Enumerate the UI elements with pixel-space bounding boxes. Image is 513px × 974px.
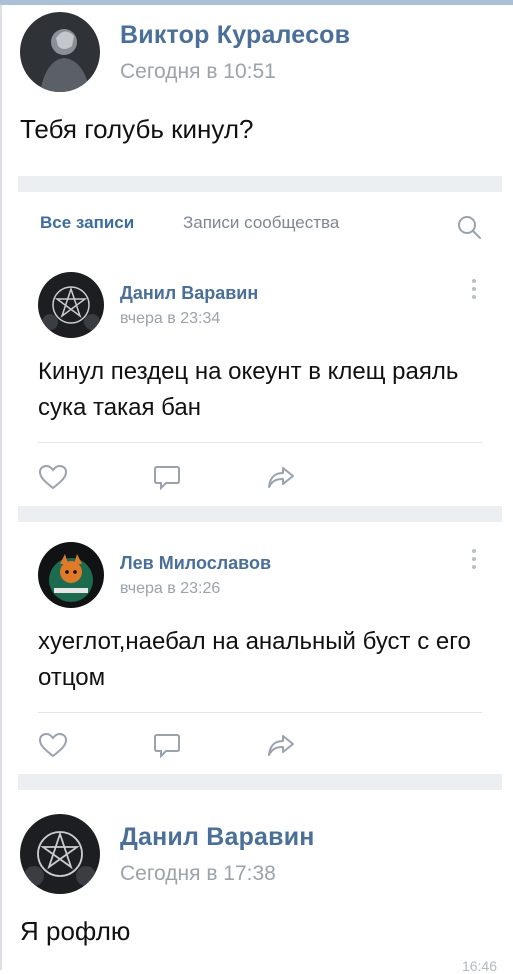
message-text: Тебя голубь кинул? — [20, 114, 254, 144]
search-icon[interactable] — [456, 214, 482, 240]
share-icon[interactable] — [266, 732, 296, 758]
comment-icon[interactable] — [152, 732, 182, 758]
message-header-bottom: Данил Варавин Сегодня в 17:38 — [20, 814, 315, 894]
more-options-icon[interactable] — [471, 278, 477, 300]
post-time: вчера в 23:34 — [120, 309, 221, 327]
author-name[interactable]: Данил Варавин — [120, 283, 258, 304]
message-time: Сегодня в 10:51 — [120, 59, 276, 83]
like-icon[interactable] — [38, 464, 68, 490]
post-card: Лев Милославов вчера в 23:26 хуеглот,нае… — [18, 522, 502, 774]
divider — [38, 442, 482, 443]
post-actions — [38, 732, 380, 758]
avatar[interactable] — [20, 12, 100, 92]
message-time: Сегодня в 17:38 — [120, 861, 276, 885]
post-time: вчера в 23:26 — [120, 579, 221, 597]
tab-community-posts[interactable]: Записи сообщества — [183, 213, 339, 233]
comment-icon[interactable] — [152, 464, 182, 490]
author-name[interactable]: Виктор Куралесов — [120, 21, 350, 50]
share-icon[interactable] — [266, 464, 296, 490]
top-strip — [0, 0, 513, 5]
tab-all-posts[interactable]: Все записи — [40, 213, 134, 233]
author-name[interactable]: Лев Милославов — [120, 553, 271, 574]
post-card: Данил Варавин вчера в 23:34 Кинул пездец… — [18, 252, 502, 506]
like-icon[interactable] — [38, 732, 68, 758]
avatar[interactable] — [20, 814, 100, 894]
screen-edge — [0, 0, 2, 970]
message-text: Я рофлю — [20, 916, 131, 946]
embedded-screenshot: Все записи Записи сообщества Данил Варав… — [18, 176, 502, 790]
divider — [38, 712, 482, 713]
post-text: Кинул пездец на океунт в клещ раяль сука… — [38, 358, 459, 421]
avatar[interactable] — [38, 542, 104, 608]
message-header-top: Виктор Куралесов Сегодня в 10:51 — [20, 12, 350, 92]
avatar[interactable] — [38, 272, 104, 338]
more-options-icon[interactable] — [471, 548, 477, 570]
post-actions — [38, 464, 380, 490]
post-text: хуеглот,наебал на анальный буст с его от… — [38, 628, 471, 691]
status-clock: 16:46 — [461, 958, 497, 974]
author-name[interactable]: Данил Варавин — [120, 823, 315, 852]
